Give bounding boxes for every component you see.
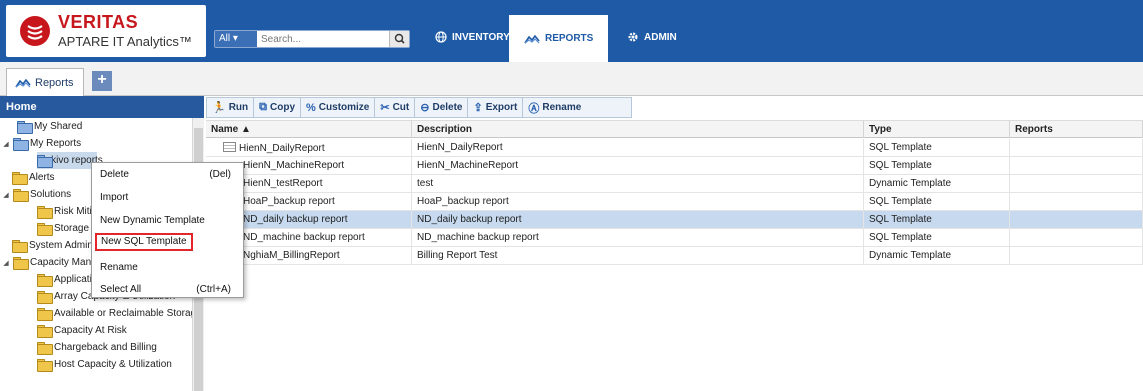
nav-tab-reports-label: REPORTS	[545, 33, 594, 44]
collapse-arrow-icon[interactable]: ◢	[2, 140, 10, 148]
table-row[interactable]: HoaP_backup report HoaP_backup report SQ…	[206, 193, 1143, 211]
collapse-arrow-icon[interactable]: ◢	[2, 259, 10, 267]
tab-reports[interactable]: Reports	[6, 68, 84, 96]
nav-tab-reports[interactable]: REPORTS	[509, 12, 609, 62]
delete-icon: ⊖	[420, 102, 430, 114]
table-row-selected[interactable]: ND_daily backup report ND_daily backup r…	[206, 211, 1143, 229]
home-header[interactable]: Home	[0, 96, 204, 118]
menu-item-new-sql-template[interactable]: New SQL Template	[95, 233, 193, 251]
cut-button[interactable]: ✂ Cut	[375, 98, 416, 117]
folder-icon	[37, 359, 53, 372]
rename-button[interactable]: Ⓐ Rename	[523, 98, 586, 117]
column-header-type[interactable]: Type	[864, 121, 1010, 138]
report-tab-bar: Reports +	[0, 62, 1143, 96]
folder-icon	[37, 291, 53, 304]
folder-icon	[13, 189, 29, 202]
search-scope-dropdown[interactable]: All ▾	[215, 31, 257, 47]
nav-tab-admin[interactable]: ADMIN	[612, 12, 692, 62]
chart-icon	[15, 78, 31, 87]
search-icon	[394, 33, 405, 44]
veritas-logo-icon	[20, 16, 50, 46]
globe-icon	[435, 31, 447, 43]
menu-item-import[interactable]: Import	[92, 189, 243, 207]
column-header-name[interactable]: Name ▲	[206, 121, 412, 138]
export-button[interactable]: ⇪ Export	[468, 98, 524, 117]
folder-icon	[12, 240, 28, 253]
scissors-icon: ✂	[380, 102, 390, 114]
folder-icon	[37, 342, 53, 355]
copy-icon: ⧉	[259, 101, 268, 113]
gear-icon	[628, 32, 638, 42]
copy-button[interactable]: ⧉ Copy	[254, 98, 302, 117]
grid-header: Name ▲ Description Type Reports	[206, 120, 1143, 138]
folder-icon	[37, 206, 53, 219]
tree-item-alerts[interactable]: Alerts	[12, 169, 55, 186]
table-row[interactable]: NghiaM_BillingReport Billing Report Test…	[206, 247, 1143, 265]
add-tab-button[interactable]: +	[92, 71, 112, 91]
folder-icon	[12, 172, 28, 185]
table-row[interactable]: ND_machine backup report ND_machine back…	[206, 229, 1143, 247]
export-icon: ⇪	[473, 102, 483, 114]
table-row[interactable]: HienN_MachineReport HienN_MachineReport …	[206, 157, 1143, 175]
product-name: APTARE IT Analytics™	[58, 34, 192, 49]
customize-icon: %	[306, 101, 316, 114]
tree-item-my-reports[interactable]: ◢ My Reports	[2, 135, 81, 152]
folder-icon	[13, 257, 29, 270]
shortcut-label: (Ctrl+A)	[196, 284, 231, 295]
rename-icon: Ⓐ	[528, 102, 540, 115]
folder-icon	[37, 274, 53, 287]
tree-item-chargeback-billing[interactable]: Chargeback and Billing	[37, 339, 157, 356]
run-button[interactable]: 🏃 Run	[207, 98, 255, 117]
table-row[interactable]: HienN_DailyReport HienN_DailyReport SQL …	[206, 139, 1143, 157]
tab-reports-label: Reports	[35, 76, 74, 89]
folder-icon	[37, 223, 53, 236]
collapse-arrow-icon[interactable]: ◢	[2, 191, 10, 199]
column-header-description[interactable]: Description	[412, 121, 864, 138]
folder-icon	[13, 138, 29, 151]
tree-item-my-shared[interactable]: My Shared	[6, 118, 82, 135]
nav-tab-inventory-label: INVENTORY	[452, 31, 510, 43]
menu-item-delete[interactable]: Delete (Del)	[92, 166, 243, 184]
menu-item-new-dynamic-template[interactable]: New Dynamic Template	[92, 212, 243, 230]
column-header-reports[interactable]: Reports	[1010, 121, 1143, 138]
tree-item-solutions[interactable]: ◢ Solutions	[2, 186, 71, 203]
folder-icon	[37, 325, 53, 338]
delete-button[interactable]: ⊖ Delete	[415, 98, 469, 117]
tree-item-host-capacity[interactable]: Host Capacity & Utilization	[37, 356, 172, 373]
report-toolbar: 🏃 Run ⧉ Copy % Customize ✂ Cut ⊖ Delete …	[206, 97, 632, 118]
folder-icon	[37, 308, 53, 321]
tree-item-nakivo-reports[interactable]: nakivo reports	[37, 152, 103, 169]
search-input[interactable]	[257, 31, 389, 47]
tree-item-available-storage[interactable]: Available or Reclaimable Storage	[37, 305, 192, 322]
chart-icon	[524, 34, 540, 43]
report-template-icon	[223, 142, 236, 152]
nav-tab-admin-label: ADMIN	[644, 31, 677, 43]
context-menu: Delete (Del) Import New Dynamic Template…	[91, 162, 244, 298]
search-button[interactable]	[389, 31, 409, 47]
tree-item-capacity-at-risk[interactable]: Capacity At Risk	[37, 322, 127, 339]
shared-folder-icon	[17, 121, 33, 134]
top-header: VERITAS APTARE IT Analytics™ All ▾ INVEN…	[0, 0, 1143, 62]
veritas-logo[interactable]: VERITAS APTARE IT Analytics™	[6, 5, 206, 57]
table-row[interactable]: HienN_testReport test Dynamic Template	[206, 175, 1143, 193]
menu-item-select-all[interactable]: Select All (Ctrl+A)	[92, 281, 243, 299]
menu-item-rename[interactable]: Rename	[92, 259, 243, 277]
brand-name: VERITAS	[58, 12, 139, 32]
global-search: All ▾	[214, 30, 410, 48]
customize-button[interactable]: % Customize	[301, 98, 376, 117]
shortcut-label: (Del)	[209, 169, 231, 180]
run-icon: 🏃	[212, 102, 226, 114]
